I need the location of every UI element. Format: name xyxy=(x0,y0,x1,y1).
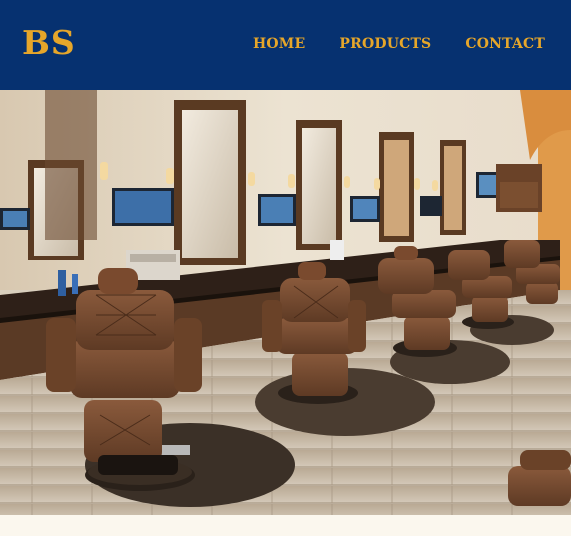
nav-home-link[interactable]: HOME xyxy=(253,37,305,51)
nav-products-link[interactable]: PRODUCTS xyxy=(339,37,431,51)
barbershop-photo xyxy=(0,90,571,515)
hero-image xyxy=(0,90,571,515)
site-logo[interactable]: BS xyxy=(22,26,76,59)
site-header: BS HOME PRODUCTS CONTACT xyxy=(0,0,571,90)
page-bottom-strip xyxy=(0,515,571,536)
main-nav: HOME PRODUCTS CONTACT xyxy=(253,37,545,51)
nav-contact-link[interactable]: CONTACT xyxy=(465,37,545,51)
